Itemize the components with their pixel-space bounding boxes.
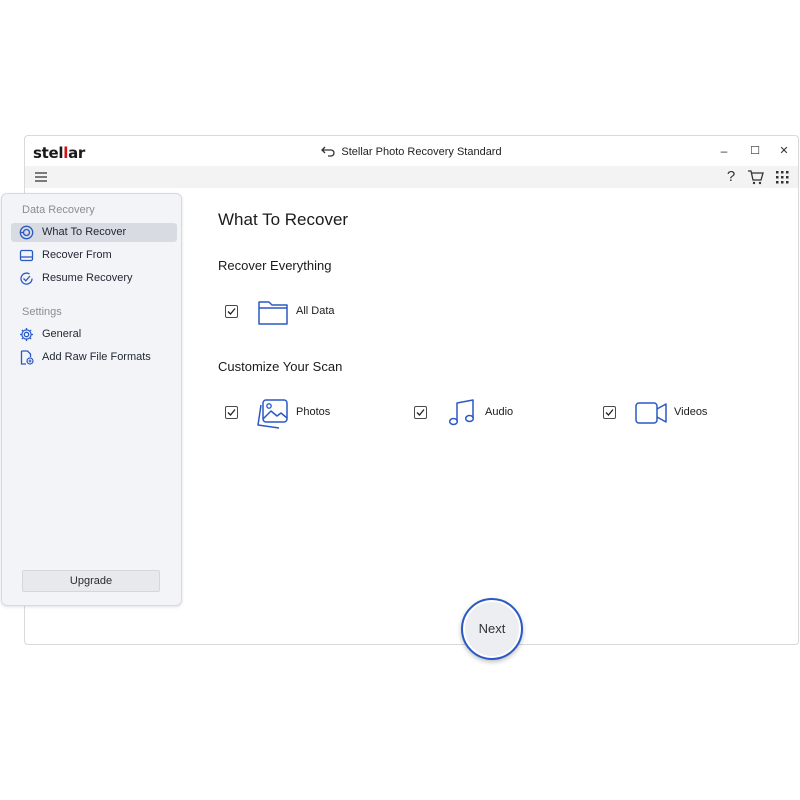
settings-heading: Settings: [22, 306, 62, 318]
help-icon[interactable]: ?: [722, 168, 740, 186]
back-arrow-icon[interactable]: [321, 145, 335, 160]
title-bar: stellar Stellar Photo Recovery Standard …: [25, 136, 798, 166]
folder-icon: [258, 301, 288, 325]
all-data-label: All Data: [296, 305, 335, 317]
audio-checkbox[interactable]: [414, 406, 427, 419]
drive-icon: [19, 249, 34, 262]
window-title: Stellar Photo Recovery Standard: [341, 146, 502, 158]
sidebar-item-add-raw-file-formats[interactable]: Add Raw File Formats: [11, 348, 177, 367]
sidebar-item-label: General: [42, 328, 82, 340]
sidebar-item-general[interactable]: General: [11, 325, 177, 344]
upgrade-button[interactable]: Upgrade: [22, 570, 160, 592]
photos-checkbox[interactable]: [225, 406, 238, 419]
photos-icon: [257, 399, 288, 429]
toolbar: ?: [25, 166, 798, 188]
sidebar: Data Recovery What To Recover Recover Fr…: [1, 193, 182, 606]
resume-check-icon: [20, 272, 33, 285]
file-add-icon: [20, 350, 34, 365]
window-title-area: Stellar Photo Recovery Standard: [25, 145, 798, 160]
data-recovery-heading: Data Recovery: [22, 204, 95, 216]
all-data-option[interactable]: All Data: [225, 294, 385, 330]
sidebar-item-recover-from[interactable]: Recover From: [11, 246, 177, 265]
audio-option[interactable]: Audio: [414, 395, 574, 431]
sidebar-item-label: Add Raw File Formats: [42, 351, 151, 363]
audio-label: Audio: [485, 406, 514, 418]
music-note-icon: [448, 399, 475, 426]
page-title: What To Recover: [218, 210, 349, 229]
recover-everything-heading: Recover Everything: [218, 258, 332, 273]
sidebar-item-label: Recover From: [42, 249, 112, 261]
sidebar-item-resume-recovery[interactable]: Resume Recovery: [11, 269, 177, 288]
photos-label: Photos: [296, 406, 331, 418]
videos-label: Videos: [674, 406, 708, 418]
videos-checkbox[interactable]: [603, 406, 616, 419]
apps-grid-icon[interactable]: [773, 168, 791, 186]
all-data-checkbox[interactable]: [225, 305, 238, 318]
sidebar-item-label: Resume Recovery: [42, 272, 133, 284]
video-camera-icon: [635, 402, 667, 424]
hamburger-menu-icon[interactable]: [34, 170, 48, 184]
photos-option[interactable]: Photos: [225, 395, 385, 431]
gear-icon: [20, 328, 33, 341]
minimize-button[interactable]: –: [713, 141, 735, 161]
sidebar-item-label: What To Recover: [42, 226, 127, 238]
target-disc-icon: [19, 225, 34, 240]
maximize-button[interactable]: ☐: [744, 141, 766, 161]
next-button[interactable]: Next: [461, 598, 523, 660]
close-button[interactable]: ✕: [773, 141, 795, 161]
sidebar-item-what-to-recover[interactable]: What To Recover: [11, 223, 177, 242]
customize-scan-heading: Customize Your Scan: [218, 359, 343, 374]
cart-icon[interactable]: [747, 168, 765, 186]
videos-option[interactable]: Videos: [603, 395, 763, 431]
